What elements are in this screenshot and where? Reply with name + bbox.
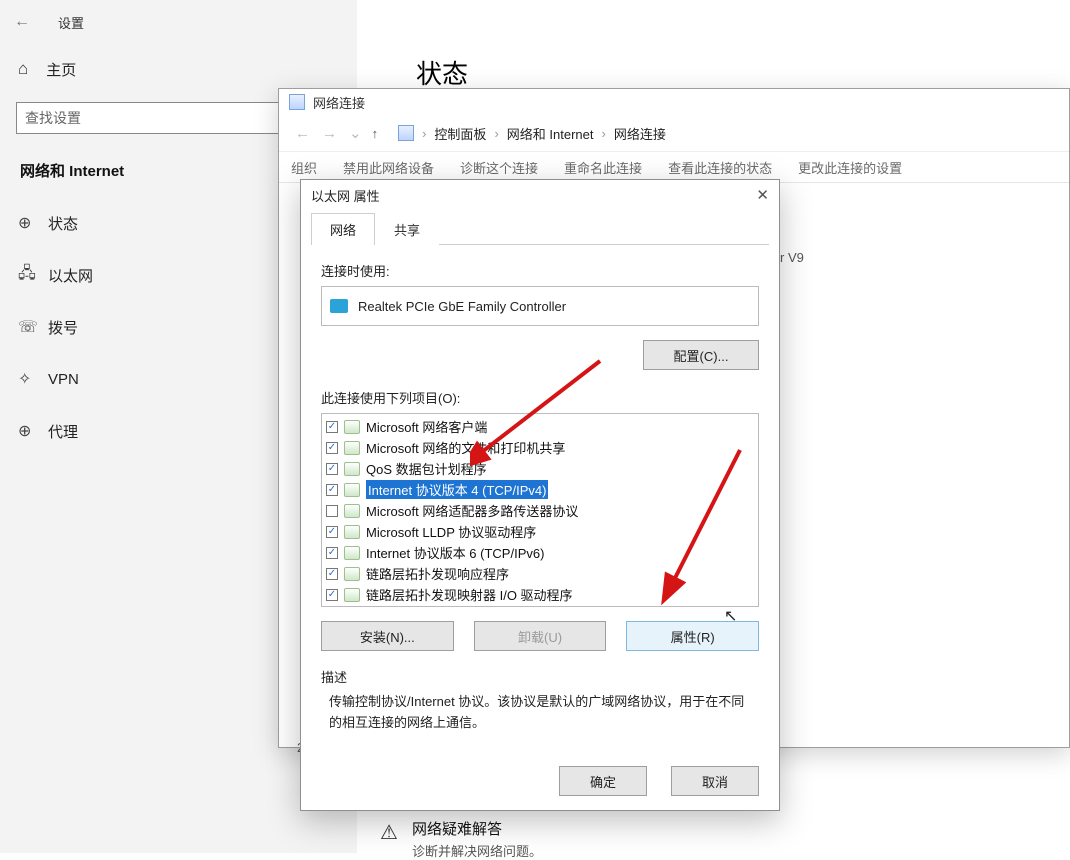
properties-button[interactable]: 属性(R) (626, 621, 759, 651)
checkbox-icon[interactable]: ✓ (326, 463, 338, 475)
list-item-label: 链路层拓扑发现响应程序 (366, 564, 509, 583)
vpn-icon: ✧ (18, 369, 48, 389)
list-item-label: QoS 数据包计划程序 (366, 459, 487, 478)
list-item[interactable]: ✓ 链路层拓扑发现响应程序 (322, 563, 758, 584)
cancel-button[interactable]: 取消 (671, 766, 759, 796)
adapter-name: Realtek PCIe GbE Family Controller (358, 299, 566, 314)
crumb-2[interactable]: 网络连接 (614, 124, 666, 143)
nav-label: 状态 (48, 213, 78, 234)
checkbox-icon[interactable]: ✓ (326, 421, 338, 433)
checkbox-icon[interactable]: ✓ (326, 505, 338, 517)
cmd-organize[interactable]: 组织 (291, 158, 317, 177)
checkbox-icon[interactable]: ✓ (326, 547, 338, 559)
dialog-titlebar: 以太网 属性 ✕ (301, 180, 779, 210)
list-item[interactable]: ✓ Microsoft 网络客户端 (322, 416, 758, 437)
list-item-label: Microsoft LLDP 协议驱动程序 (366, 522, 536, 541)
list-item-label: Microsoft 网络适配器多路传送器协议 (366, 501, 578, 520)
configure-button[interactable]: 配置(C)... (643, 340, 759, 370)
protocol-icon (344, 462, 360, 476)
cmd-change[interactable]: 更改此连接的设置 (798, 158, 902, 177)
list-item-label: Internet 协议版本 6 (TCP/IPv6) (366, 543, 544, 562)
list-item[interactable]: ✓ Microsoft 网络的文件和打印机共享 (322, 437, 758, 458)
nav-back-icon[interactable]: ← (295, 125, 310, 142)
list-item[interactable]: ✓ Internet 协议版本 6 (TCP/IPv6) (322, 542, 758, 563)
explorer-titlebar: 网络连接 (279, 89, 1069, 115)
description-label: 描述 (321, 667, 759, 686)
list-item[interactable]: ✓ 链路层拓扑发现映射器 I/O 驱动程序 (322, 584, 758, 605)
tab-network[interactable]: 网络 (311, 213, 375, 245)
list-item-label: 链路层拓扑发现映射器 I/O 驱动程序 (366, 585, 573, 604)
troubleshoot-title: 网络疑难解答 (412, 818, 542, 839)
nav-fwd-icon[interactable]: → (322, 125, 337, 142)
checkbox-icon[interactable]: ✓ (326, 526, 338, 538)
settings-title: 设置 (58, 13, 84, 32)
explorer-icon (289, 94, 305, 110)
list-item-label: Internet 协议版本 4 (TCP/IPv4) (366, 480, 548, 499)
dialup-icon: ☏ (18, 317, 48, 337)
connect-using-label: 连接时使用: (321, 261, 759, 280)
cmd-diagnose[interactable]: 诊断这个连接 (460, 158, 538, 177)
home-row[interactable]: ⌂ 主页 (0, 44, 357, 94)
settings-header: ← 设置 (0, 0, 357, 44)
back-icon[interactable]: ← (14, 13, 30, 31)
nav-label: 以太网 (48, 265, 93, 286)
nav-label: 拨号 (48, 317, 78, 338)
list-item[interactable]: ✓ QoS 数据包计划程序 (322, 458, 758, 479)
ok-button[interactable]: 确定 (559, 766, 647, 796)
list-item[interactable]: ✓ Internet 协议版本 4 (TCP/IPv4) (322, 479, 758, 500)
warning-icon: ⚠ (380, 820, 398, 845)
troubleshoot-section[interactable]: ⚠ 网络疑难解答 诊断并解决网络问题。 (380, 818, 542, 860)
adapter-box: Realtek PCIe GbE Family Controller (321, 286, 759, 326)
protocol-icon (344, 546, 360, 560)
dialog-title: 以太网 属性 (311, 186, 380, 205)
troubleshoot-sub: 诊断并解决网络问题。 (412, 841, 542, 860)
home-icon: ⌂ (18, 59, 28, 79)
adapter-icon (330, 299, 348, 313)
close-icon[interactable]: ✕ (756, 186, 769, 204)
globe-icon: ⊕ (18, 213, 48, 233)
page-title: 状态 (416, 54, 468, 91)
cmd-disable[interactable]: 禁用此网络设备 (343, 158, 434, 177)
tab-sharing[interactable]: 共享 (375, 213, 439, 245)
description-text: 传输控制协议/Internet 协议。该协议是默认的广域网络协议，用于在不同的相… (321, 688, 759, 744)
crumb-1[interactable]: 网络和 Internet (507, 124, 594, 143)
crumb-0[interactable]: 控制面板 (434, 124, 486, 143)
checkbox-icon[interactable]: ✓ (326, 442, 338, 454)
nav-label: VPN (48, 371, 79, 388)
home-label: 主页 (46, 59, 76, 80)
items-label: 此连接使用下列项目(O): (321, 388, 759, 407)
checkbox-icon[interactable]: ✓ (326, 589, 338, 601)
protocol-icon (344, 420, 360, 434)
breadcrumb-icon (398, 125, 414, 141)
list-item-label: Microsoft 网络的文件和打印机共享 (366, 438, 565, 457)
list-item[interactable]: ✓ Microsoft 网络适配器多路传送器协议 (322, 500, 758, 521)
list-item[interactable]: ✓ Microsoft LLDP 协议驱动程序 (322, 521, 758, 542)
uninstall-button[interactable]: 卸载(U) (474, 621, 607, 651)
list-item-label: Microsoft 网络客户端 (366, 417, 487, 436)
install-button[interactable]: 安装(N)... (321, 621, 454, 651)
partial-text-v9: r V9 (780, 250, 804, 265)
cmd-rename[interactable]: 重命名此连接 (564, 158, 642, 177)
cmd-status[interactable]: 查看此连接的状态 (668, 158, 772, 177)
ethernet-icon: 🖧 (18, 262, 48, 289)
search-placeholder: 查找设置 (25, 108, 81, 128)
checkbox-icon[interactable]: ✓ (326, 484, 338, 496)
protocol-icon (344, 588, 360, 602)
nav-recent-icon[interactable]: ⌄ (349, 124, 362, 142)
protocol-icon (344, 441, 360, 455)
dialog-tabs: 网络 共享 (311, 212, 769, 245)
checkbox-icon[interactable]: ✓ (326, 568, 338, 580)
proxy-icon: ⊕ (18, 421, 48, 441)
nav-label: 代理 (48, 421, 78, 442)
ethernet-properties-dialog: 以太网 属性 ✕ 网络 共享 连接时使用: Realtek PCIe GbE F… (300, 179, 780, 811)
explorer-title: 网络连接 (313, 93, 365, 112)
nav-up-icon[interactable]: ↑ (372, 126, 379, 141)
protocol-icon (344, 525, 360, 539)
protocol-icon (344, 567, 360, 581)
explorer-nav: ← → ⌄ ↑ › 控制面板 › 网络和 Internet › 网络连接 (279, 115, 1069, 151)
protocol-icon (344, 483, 360, 497)
items-listbox[interactable]: ✓ Microsoft 网络客户端 ✓ Microsoft 网络的文件和打印机共享 ✓ Q… (321, 413, 759, 607)
protocol-icon (344, 504, 360, 518)
